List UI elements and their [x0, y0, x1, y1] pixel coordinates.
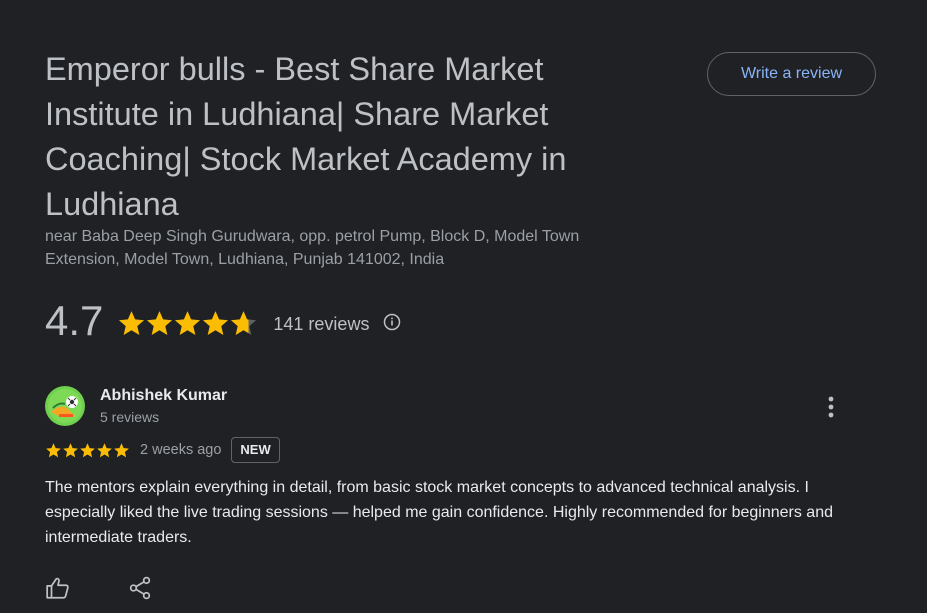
star-icon	[119, 310, 145, 335]
star-icon	[114, 442, 129, 457]
star-icon	[46, 442, 61, 457]
star-icon	[175, 310, 201, 335]
new-badge: NEW	[231, 437, 280, 463]
write-review-button[interactable]: Write a review	[707, 52, 876, 96]
place-title: Emperor bulls - Best Share Market Instit…	[45, 51, 567, 222]
share-icon[interactable]	[127, 575, 153, 601]
reviewer-name[interactable]: Abhishek Kumar	[100, 387, 227, 405]
review-date: 2 weeks ago	[140, 442, 222, 458]
review-count[interactable]: 141 reviews	[273, 314, 369, 335]
star-icon	[97, 442, 112, 457]
info-icon[interactable]	[383, 313, 401, 331]
rating-summary: 4.7 141 reviews	[45, 293, 401, 349]
review-panel: Emperor bulls - Best Share Market Instit…	[0, 0, 927, 613]
thumbs-up-icon[interactable]	[45, 575, 71, 601]
star-icon	[231, 310, 257, 335]
star-icon	[203, 310, 229, 335]
avatar[interactable]	[45, 386, 85, 426]
place-address: near Baba Deep Singh Gurudwara, opp. pet…	[45, 228, 580, 268]
star-icon	[147, 310, 173, 335]
review-stars	[45, 442, 130, 459]
rating-value: 4.7	[45, 297, 104, 344]
review-rating-row: 2 weeks ago NEW	[45, 437, 280, 463]
review-text: The mentors explain everything in detail…	[45, 479, 833, 546]
more-vert-icon[interactable]	[819, 394, 843, 420]
reviewer-review-count: 5 reviews	[100, 409, 160, 425]
rating-stars	[117, 309, 257, 338]
star-icon	[80, 442, 95, 457]
star-icon	[63, 442, 78, 457]
